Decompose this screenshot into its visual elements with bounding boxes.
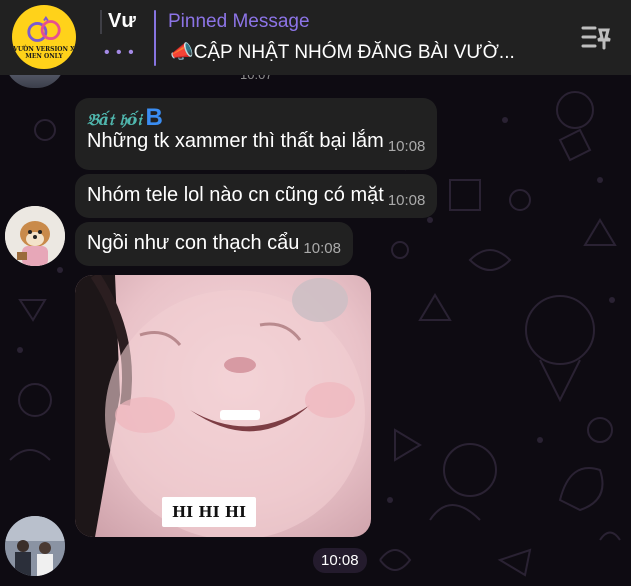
- sticker-caption: HI HI HI: [162, 497, 257, 527]
- message-text: Những tk xammer thì thất bại lắm: [87, 130, 384, 152]
- group-avatar-caption-2: MEN ONLY: [25, 53, 63, 60]
- dog-avatar-icon: [5, 206, 65, 266]
- group-avatar-caption-1: VƯỜN VERSION X: [13, 46, 75, 53]
- message-bubble[interactable]: Nhóm tele lol nào cn cũng có mặt 10:08: [75, 174, 438, 218]
- message-time: 10:08: [387, 192, 426, 209]
- message-bubble[interactable]: 𝔅ấ𝔱 𝔥ố𝔦 B Những tk xammer thì thất bại lắ…: [75, 98, 438, 170]
- sticker-image[interactable]: HI HI HI: [75, 275, 371, 537]
- group-photo-avatar-icon: [5, 516, 65, 576]
- message-time: 10:08: [387, 138, 426, 155]
- pinned-list-icon[interactable]: [580, 24, 614, 50]
- pinned-message-label[interactable]: Pinned Message: [168, 11, 310, 33]
- message-text: Nhóm tele lol nào cn cũng có mặt: [87, 184, 384, 206]
- group-title[interactable]: Vư: [108, 10, 136, 33]
- message-time: 10:08: [303, 240, 341, 257]
- sender-name[interactable]: 𝔅ấ𝔱 𝔥ố𝔦: [87, 110, 141, 129]
- sender-avatar[interactable]: [5, 516, 65, 576]
- pinned-indicator-bar: [154, 10, 156, 66]
- chat-header: VƯỜN VERSION X MEN ONLY Vư • • • Pinned …: [0, 0, 631, 75]
- sticker-time: 10:08: [313, 548, 367, 573]
- sender-badge: B: [145, 104, 163, 131]
- more-dots-icon[interactable]: • • •: [104, 44, 135, 62]
- pinned-message-text[interactable]: 📣CẬP NHẬT NHÓM ĐĂNG BÀI VƯỜ...: [170, 40, 540, 64]
- group-logo-icon: [27, 16, 61, 42]
- sender-avatar[interactable]: [5, 206, 65, 266]
- header-divider: [100, 10, 102, 34]
- group-avatar[interactable]: VƯỜN VERSION X MEN ONLY: [12, 5, 76, 69]
- message-text: Ngồi như con thạch cẩu: [87, 232, 300, 254]
- message-bubble[interactable]: Ngồi như con thạch cẩu 10:08: [75, 222, 353, 266]
